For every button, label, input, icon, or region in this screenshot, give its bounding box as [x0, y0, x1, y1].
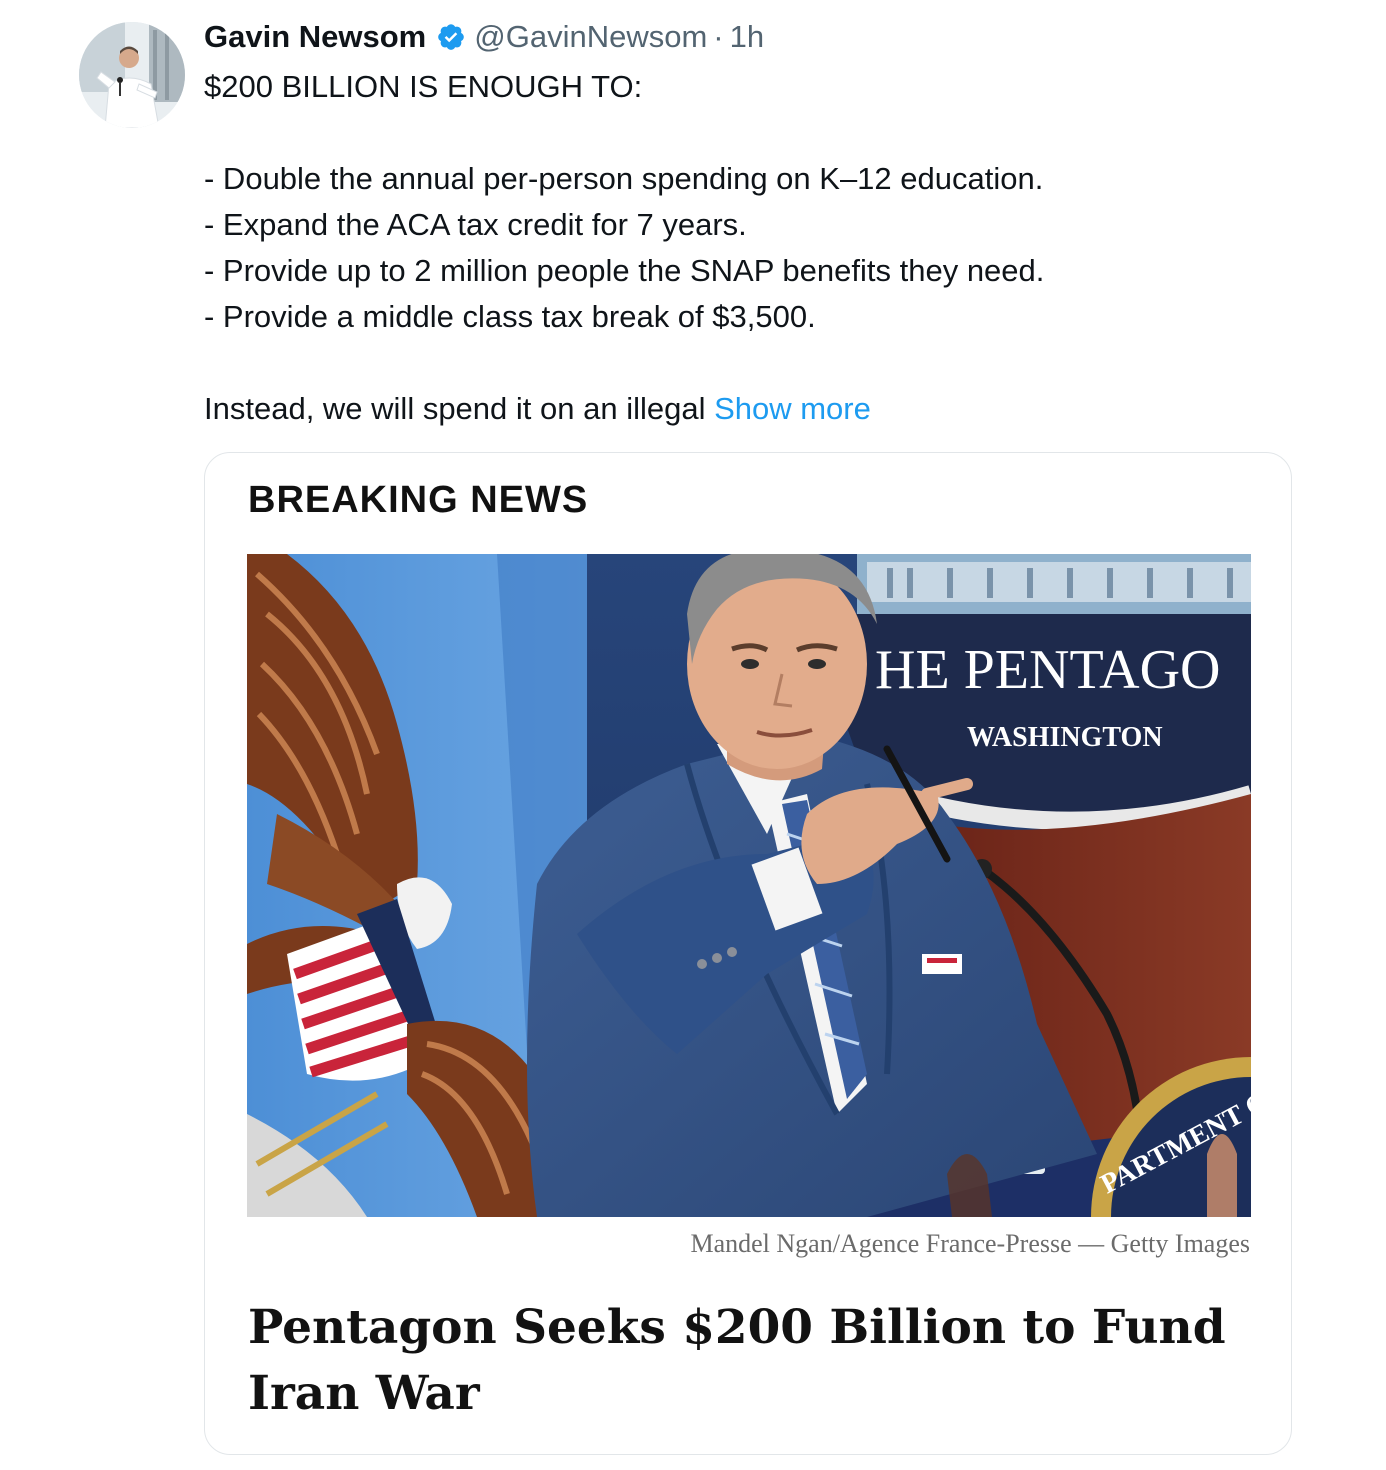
sign-line2: WASHINGTON: [967, 722, 1163, 753]
tweet-last-line: Instead, we will spend it on an illegal …: [204, 386, 1324, 432]
tweet-text: $200 BILLION IS ENOUGH TO: - Double the …: [204, 64, 1324, 432]
card-kicker: BREAKING NEWS: [248, 479, 589, 521]
handle[interactable]: @GavinNewsom: [474, 14, 707, 60]
photo-credit: Mandel Ngan/Agence France-Presse — Getty…: [690, 1229, 1250, 1258]
tweet-line: - Double the annual per-person spending …: [204, 161, 1044, 196]
sign-line1: HE PENTAGO: [875, 639, 1221, 701]
tweet: Gavin Newsom @GavinNewsom · 1h $200 BILL…: [204, 14, 1324, 432]
avatar[interactable]: [79, 22, 185, 128]
separator-dot: ·: [713, 19, 724, 54]
news-photo[interactable]: HE PENTAGO WASHINGTON PARTMENT O: [247, 554, 1251, 1217]
tweet-header: Gavin Newsom @GavinNewsom · 1h: [204, 14, 1324, 60]
tweet-line: - Provide a middle class tax break of $3…: [204, 299, 816, 334]
timestamp[interactable]: 1h: [730, 14, 764, 60]
display-name[interactable]: Gavin Newsom: [204, 14, 426, 60]
tweet-line: - Provide up to 2 million people the SNA…: [204, 253, 1045, 288]
avatar-photo: [79, 22, 185, 128]
press-briefing-image: HE PENTAGO WASHINGTON PARTMENT O: [247, 554, 1251, 1217]
verified-badge-icon: [438, 24, 465, 50]
news-card[interactable]: BREAKING NEWS HE PENTAGO WASHINGTON PART…: [204, 452, 1292, 1455]
show-more-link[interactable]: Show more: [714, 391, 871, 426]
card-headline[interactable]: Pentagon Seeks $200 Billion to Fund Iran…: [248, 1295, 1238, 1427]
tweet-line-truncated: Instead, we will spend it on an illegal: [204, 391, 715, 426]
tweet-line: $200 BILLION IS ENOUGH TO:: [204, 69, 643, 104]
tweet-line: - Expand the ACA tax credit for 7 years.: [204, 207, 747, 242]
